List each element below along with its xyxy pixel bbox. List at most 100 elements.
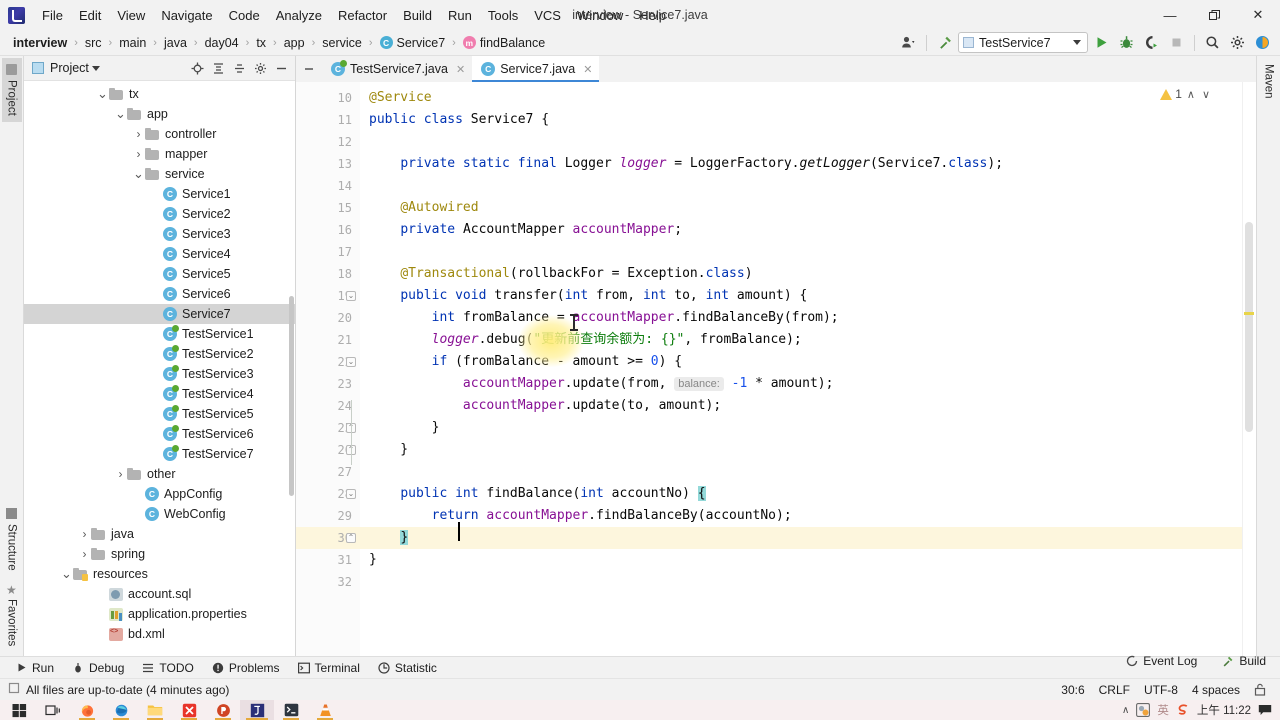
tray-ime-mode-label[interactable]: 英 xyxy=(1157,702,1169,718)
run-with-coverage-icon[interactable] xyxy=(1140,32,1163,54)
fold-expand-icon[interactable]: ⌄ xyxy=(346,489,356,499)
collapse-all-icon[interactable] xyxy=(229,58,249,78)
tree-node-service2[interactable]: C Service2 xyxy=(24,204,295,224)
menu-refactor[interactable]: Refactor xyxy=(330,4,395,27)
editor-gutter[interactable]: 10 11 12 13 14 15 16 17 18 19 20 21 22 23 24 25 26 27 28 29… xyxy=(296,82,360,656)
tool-window-run[interactable]: Run xyxy=(8,659,62,677)
search-everywhere-icon[interactable] xyxy=(1201,32,1224,54)
build-button[interactable]: Build xyxy=(1215,652,1272,670)
tree-node-bd-xml[interactable]: bd.xml xyxy=(24,624,295,644)
chevron-right-icon[interactable]: › xyxy=(132,147,145,161)
indent-setting[interactable]: 4 spaces xyxy=(1186,681,1246,699)
menu-edit[interactable]: Edit xyxy=(71,4,109,27)
tool-window-terminal[interactable]: Terminal xyxy=(290,659,368,677)
next-problem-icon[interactable]: ∨ xyxy=(1200,88,1212,101)
menu-file[interactable]: File xyxy=(34,4,71,27)
sidebar-item-structure[interactable]: Structure xyxy=(2,502,22,577)
tree-node-account-sql[interactable]: account.sql xyxy=(24,584,295,604)
chevron-right-icon[interactable]: › xyxy=(114,467,127,481)
firefox-icon[interactable] xyxy=(70,700,104,720)
task-view-icon[interactable] xyxy=(36,700,70,720)
sidebar-item-maven[interactable]: Maven xyxy=(1259,58,1279,105)
settings-gear-icon[interactable] xyxy=(1226,32,1249,54)
fold-expand-icon[interactable]: ⌄ xyxy=(346,291,356,301)
breadcrumb-item-tx[interactable]: tx xyxy=(253,35,269,51)
tree-node-service4[interactable]: C Service4 xyxy=(24,244,295,264)
chevron-down-icon[interactable]: ⌄ xyxy=(60,566,73,582)
run-configuration-selector[interactable]: TestService7 xyxy=(958,32,1088,53)
tree-node-appconfig[interactable]: C AppConfig xyxy=(24,484,295,504)
event-log-button[interactable]: Event Log xyxy=(1120,652,1203,670)
tree-node-service[interactable]: ⌄ service xyxy=(24,164,295,184)
tree-node-tx[interactable]: ⌄ tx xyxy=(24,84,295,104)
xmind-icon[interactable] xyxy=(172,700,206,720)
chevron-right-icon[interactable]: › xyxy=(78,547,91,561)
fold-collapse-icon[interactable]: ⌃ xyxy=(346,533,356,543)
scrollbar-thumb[interactable] xyxy=(1245,222,1253,432)
menu-vcs[interactable]: VCS xyxy=(526,4,569,27)
breadcrumb-item-service7[interactable]: C Service7 xyxy=(377,35,449,51)
file-encoding[interactable]: UTF-8 xyxy=(1138,681,1184,699)
breadcrumb-item-service[interactable]: service xyxy=(319,35,365,51)
menu-window[interactable]: Window xyxy=(569,4,631,27)
previous-problem-icon[interactable]: ∧ xyxy=(1185,88,1197,101)
tree-node-testservice7[interactable]: C TestService7 xyxy=(24,444,295,464)
breadcrumb-item-findbalance[interactable]: m findBalance xyxy=(460,35,548,51)
tree-node-application-properties[interactable]: application.properties xyxy=(24,604,295,624)
file-explorer-icon[interactable] xyxy=(138,700,172,720)
breadcrumb-item-app[interactable]: app xyxy=(281,35,308,51)
tree-node-service6[interactable]: C Service6 xyxy=(24,284,295,304)
tray-notifications-icon[interactable] xyxy=(1258,704,1272,716)
chevron-down-icon[interactable]: ⌄ xyxy=(96,86,109,102)
breadcrumb-item-day04[interactable]: day04 xyxy=(202,35,242,51)
tool-window-statistic[interactable]: Statistic xyxy=(370,659,445,677)
tree-node-service5[interactable]: C Service5 xyxy=(24,264,295,284)
breadcrumb-item-interview[interactable]: interview xyxy=(10,35,70,51)
tree-node-java[interactable]: › java xyxy=(24,524,295,544)
powerpoint-icon[interactable] xyxy=(206,700,240,720)
tool-window-todo[interactable]: TODO xyxy=(134,659,201,677)
tree-node-testservice5[interactable]: C TestService5 xyxy=(24,404,295,424)
close-button[interactable]: ✕ xyxy=(1236,0,1280,30)
tree-node-testservice2[interactable]: C TestService2 xyxy=(24,344,295,364)
code-text-area[interactable]: @Service public class Service7 { private … xyxy=(360,82,1242,656)
sidebar-item-project[interactable]: Project xyxy=(1,58,22,122)
menu-help[interactable]: Help xyxy=(631,4,674,27)
locate-icon[interactable] xyxy=(187,58,207,78)
chevron-down-icon[interactable] xyxy=(91,65,100,71)
editor-tab-service7-java[interactable]: C Service7.java ✕ xyxy=(472,56,600,82)
debug-icon[interactable] xyxy=(1115,32,1138,54)
read-write-lock-icon[interactable] xyxy=(1248,681,1272,698)
vlc-icon[interactable] xyxy=(308,700,342,720)
tool-window-problems[interactable]: Problems xyxy=(204,659,288,677)
tree-node-testservice3[interactable]: C TestService3 xyxy=(24,364,295,384)
tree-node-service1[interactable]: C Service1 xyxy=(24,184,295,204)
breadcrumb-item-main[interactable]: main xyxy=(116,35,149,51)
start-button-icon[interactable] xyxy=(2,700,36,720)
edge-icon[interactable] xyxy=(104,700,138,720)
menu-view[interactable]: View xyxy=(109,4,153,27)
maximize-button[interactable] xyxy=(1192,0,1236,30)
project-tree[interactable]: ⌄ tx ⌄ app › controller › mapper ⌄ service C Servic… xyxy=(24,81,295,656)
tree-node-controller[interactable]: › controller xyxy=(24,124,295,144)
tree-node-other[interactable]: › other xyxy=(24,464,295,484)
expand-all-icon[interactable] xyxy=(208,58,228,78)
close-tab-icon[interactable]: ✕ xyxy=(583,63,592,76)
hide-tabs-icon[interactable] xyxy=(296,56,322,82)
close-tab-icon[interactable]: ✕ xyxy=(456,63,465,76)
chevron-right-icon[interactable]: › xyxy=(78,527,91,541)
tree-node-testservice6[interactable]: C TestService6 xyxy=(24,424,295,444)
tree-node-testservice1[interactable]: C TestService1 xyxy=(24,324,295,344)
stop-icon[interactable] xyxy=(1165,32,1188,54)
ide-assistant-icon[interactable] xyxy=(1251,32,1274,54)
menu-analyze[interactable]: Analyze xyxy=(268,4,330,27)
warning-marker[interactable] xyxy=(1244,312,1254,315)
user-settings-icon[interactable] xyxy=(897,32,920,54)
fold-expand-icon[interactable]: ⌄ xyxy=(346,357,356,367)
minimize-button[interactable]: — xyxy=(1148,0,1192,30)
hide-panel-icon[interactable] xyxy=(271,58,291,78)
breadcrumb-item-java[interactable]: java xyxy=(161,35,190,51)
intellij-idea-icon[interactable] xyxy=(240,700,274,720)
line-separator[interactable]: CRLF xyxy=(1093,681,1136,699)
tray-chevron-icon[interactable]: ∧ xyxy=(1122,705,1129,716)
